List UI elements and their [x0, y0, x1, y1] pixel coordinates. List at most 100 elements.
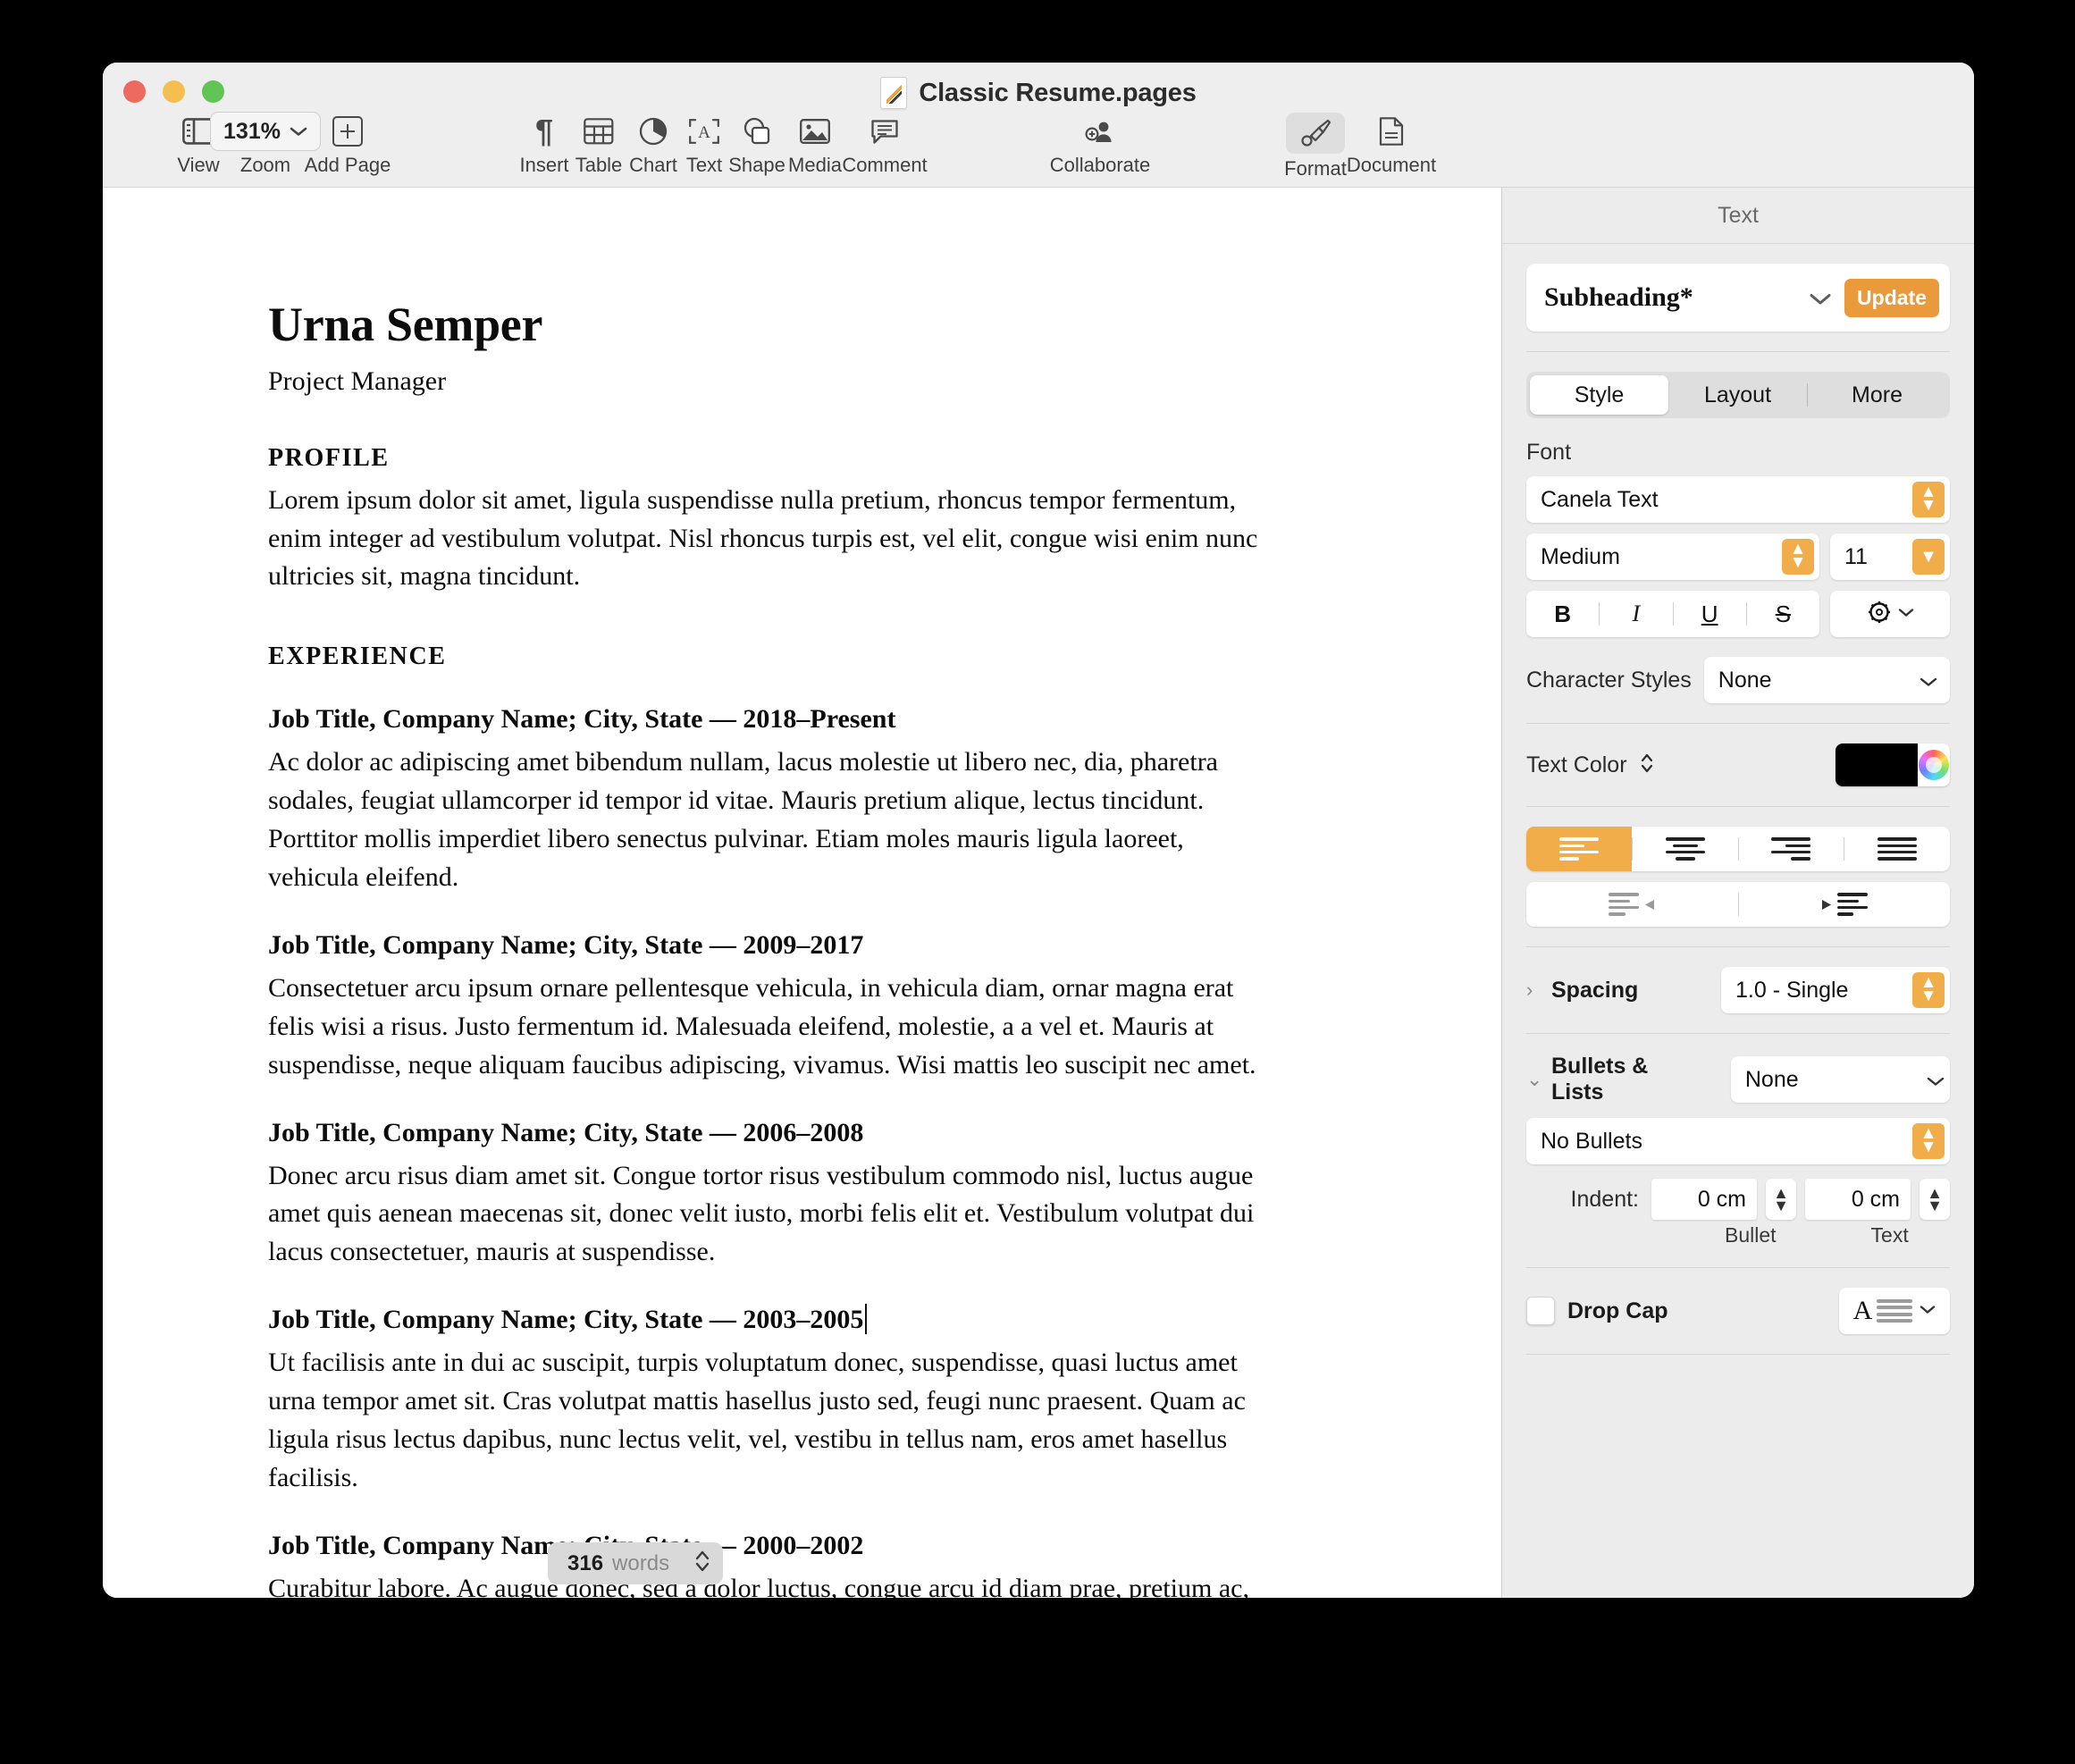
- comment-bubble-icon: [870, 113, 899, 150]
- chevron-down-icon[interactable]: [1809, 284, 1832, 312]
- app-window: Classic Resume.pages View 131% Zoom Add …: [103, 63, 1974, 1598]
- bullet-sublabel: Bullet: [1725, 1223, 1777, 1247]
- format-sidebar: Text Subheading* Update Style Layout Mor…: [1501, 188, 1974, 1598]
- job-body: Consectetuer arcu ipsum ornare pellentes…: [268, 972, 1256, 1079]
- chevron-down-icon: ⌄: [1526, 1068, 1543, 1090]
- job-body: Ac dolor ac adipiscing amet bibendum nul…: [268, 747, 1218, 893]
- drop-cap-label: Drop Cap: [1567, 1298, 1668, 1323]
- bold-button[interactable]: B: [1526, 601, 1599, 628]
- divider: [1526, 946, 1950, 947]
- character-styles-select[interactable]: None: [1703, 657, 1950, 703]
- window-titlebar: Classic Resume.pages: [103, 77, 1974, 109]
- text-color-swatch[interactable]: [1836, 743, 1918, 786]
- plus-box-icon: [332, 113, 363, 150]
- resume-name: Urna Semper: [268, 298, 543, 351]
- chevron-down-icon[interactable]: ▼: [1912, 539, 1945, 575]
- indent-controls: Indent: 0 cm ▲ ▼ 0 cm ▲ ▼: [1526, 1179, 1950, 1220]
- profile-body: Lorem ipsum dolor sit amet, ligula suspe…: [268, 484, 1258, 592]
- font-size-select[interactable]: 11 ▼: [1830, 533, 1950, 580]
- align-left-icon: [1558, 837, 1599, 861]
- align-right-icon: [1771, 837, 1811, 861]
- align-justify-icon: [1878, 837, 1918, 861]
- word-count-badge[interactable]: 316 words: [548, 1542, 724, 1584]
- document-page[interactable]: Urna Semper Project Manager PROFILE Lore…: [103, 188, 1501, 1598]
- decrease-indent-button[interactable]: [1526, 882, 1738, 927]
- character-styles-value: None: [1718, 667, 1772, 693]
- font-family-select[interactable]: Canela Text ▲ ▼: [1526, 476, 1950, 523]
- document-canvas[interactable]: Urna Semper Project Manager PROFILE Lore…: [103, 188, 1501, 1598]
- underline-button[interactable]: U: [1674, 601, 1746, 628]
- bullet-indent-input[interactable]: 0 cm: [1651, 1179, 1757, 1220]
- text-color-label: Text Color: [1526, 752, 1627, 777]
- italic-button[interactable]: I: [1600, 601, 1672, 627]
- document-button[interactable]: Document: [1333, 113, 1449, 177]
- divider: [1526, 1267, 1950, 1268]
- divider: [1526, 1354, 1950, 1355]
- bullet-type-select[interactable]: No Bullets ▲ ▼: [1526, 1118, 1950, 1164]
- font-weight-select[interactable]: Medium ▲ ▼: [1526, 533, 1819, 580]
- spacing-disclosure[interactable]: › Spacing: [1526, 978, 1638, 1004]
- align-center-button[interactable]: [1633, 827, 1738, 871]
- increase-indent-button[interactable]: [1739, 882, 1951, 927]
- experience-entry: Job Title, Company Name; City, State — 2…: [268, 1272, 1264, 1498]
- job-title-with-caret: Job Title, Company Name; City, State — 2…: [268, 1304, 868, 1335]
- up-down-stepper-icon[interactable]: [694, 1548, 710, 1579]
- indent-sublabels: Bullet Text: [1526, 1223, 1950, 1247]
- document-label: Document: [1346, 154, 1437, 176]
- tab-more[interactable]: More: [1808, 375, 1946, 415]
- bullets-lists-select[interactable]: None: [1730, 1056, 1950, 1103]
- stepper-icon[interactable]: ▲ ▼: [1912, 482, 1945, 517]
- tab-layout[interactable]: Layout: [1668, 375, 1807, 415]
- document-icon: [1379, 113, 1404, 150]
- spacing-select[interactable]: 1.0 - Single ▲ ▼: [1721, 967, 1950, 1013]
- strikethrough-button[interactable]: S: [1747, 601, 1819, 628]
- color-wheel-icon[interactable]: [1919, 750, 1949, 780]
- collaborate-button[interactable]: Collaborate: [1042, 113, 1158, 177]
- update-style-button[interactable]: Update: [1844, 278, 1939, 317]
- experience-entry: Job Title, Company Name; City, State — 2…: [268, 897, 1264, 1085]
- character-styles-row: Character Styles None: [1526, 657, 1950, 703]
- comment-label: Comment: [842, 154, 928, 176]
- font-options-button[interactable]: [1830, 591, 1950, 637]
- resume-content[interactable]: Urna Semper Project Manager PROFILE Lore…: [268, 299, 1264, 1598]
- tab-style[interactable]: Style: [1530, 375, 1668, 415]
- paragraph-style-name: Subheading*: [1544, 282, 1693, 312]
- toolbar: Classic Resume.pages View 131% Zoom Add …: [103, 63, 1974, 188]
- character-styles-label: Character Styles: [1526, 667, 1692, 693]
- stepper-icon[interactable]: ▲ ▼: [1782, 539, 1814, 575]
- spacing-value: 1.0 - Single: [1735, 977, 1849, 1003]
- stepper-icon[interactable]: ▲ ▼: [1912, 1123, 1945, 1159]
- minimize-window-button[interactable]: [163, 80, 185, 103]
- text-indent-stepper[interactable]: ▲ ▼: [1920, 1179, 1950, 1220]
- paragraph-style-row[interactable]: Subheading* Update: [1526, 264, 1950, 332]
- job-body: Donec arcu risus diam amet sit. Congue t…: [268, 1160, 1255, 1267]
- add-page-button[interactable]: Add Page: [290, 113, 406, 177]
- alignment-buttons: [1526, 827, 1950, 871]
- comment-button[interactable]: Comment: [827, 113, 943, 177]
- drop-cap-style-button[interactable]: A: [1839, 1288, 1950, 1334]
- align-left-button[interactable]: [1526, 827, 1632, 871]
- chevron-down-icon: [1920, 1303, 1936, 1319]
- bullet-indent-stepper[interactable]: ▲ ▼: [1766, 1179, 1796, 1220]
- stepper-icon[interactable]: ▲ ▼: [1912, 972, 1945, 1008]
- experience-entry: Job Title, Company Name; City, State — 2…: [268, 671, 1264, 897]
- sidebar-header: Text: [1502, 188, 1974, 244]
- drop-cap-icon: A: [1853, 1298, 1913, 1324]
- indent-buttons: [1526, 882, 1950, 927]
- text-indent-input[interactable]: 0 cm: [1805, 1179, 1911, 1220]
- font-section-label: Font: [1526, 440, 1572, 465]
- align-center-icon: [1665, 837, 1705, 861]
- up-down-stepper-icon[interactable]: [1640, 752, 1654, 779]
- gear-icon: [1866, 599, 1893, 630]
- chevron-down-icon: [1927, 1067, 1945, 1093]
- collaborate-label: Collaborate: [1049, 154, 1151, 176]
- zoom-label: Zoom: [239, 154, 291, 176]
- align-right-button[interactable]: [1739, 827, 1844, 871]
- close-window-button[interactable]: [123, 80, 146, 103]
- maximize-window-button[interactable]: [202, 80, 224, 103]
- bullets-lists-disclosure[interactable]: ⌄ Bullets & Lists: [1526, 1054, 1706, 1105]
- text-color-well[interactable]: [1836, 743, 1950, 786]
- font-style-buttons: B I U S: [1526, 591, 1819, 637]
- align-justify-button[interactable]: [1844, 827, 1950, 871]
- drop-cap-checkbox[interactable]: [1526, 1297, 1555, 1325]
